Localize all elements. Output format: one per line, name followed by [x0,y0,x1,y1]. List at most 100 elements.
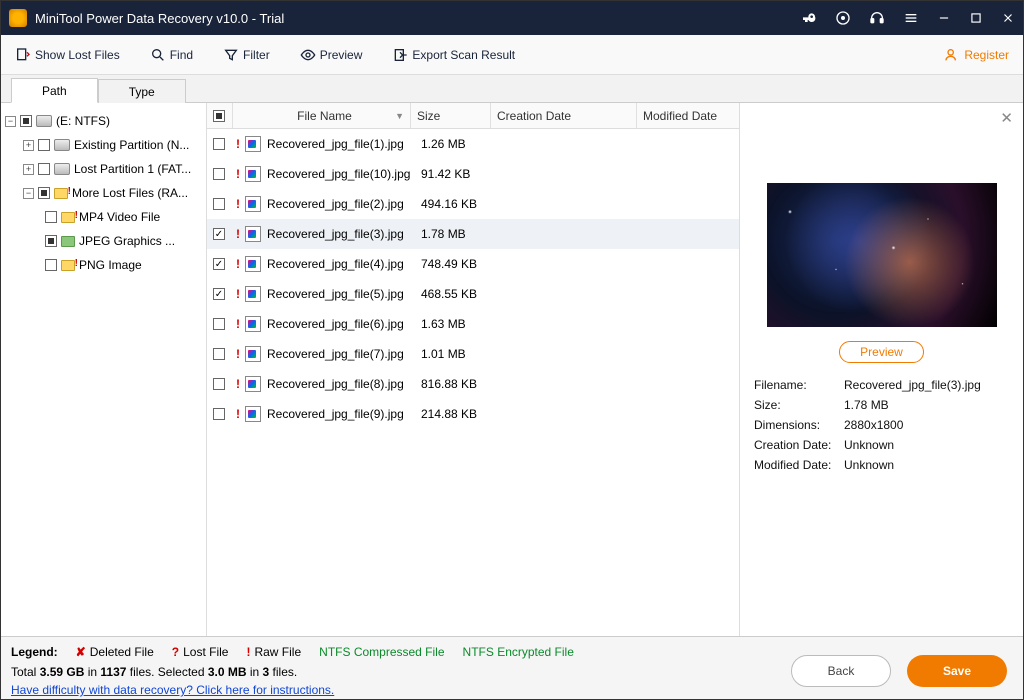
file-row[interactable]: !Recovered_jpg_file(3).jpg1.78 MB [207,219,739,249]
jpg-file-icon [245,196,261,212]
tree-jpeg[interactable]: JPEG Graphics ... [5,229,202,253]
headset-icon[interactable] [869,10,885,26]
col-modified-date[interactable]: Modified Date [637,103,732,128]
close-preview-icon[interactable]: ✕ [1000,109,1013,127]
tab-path[interactable]: Path [11,78,98,103]
expand-icon[interactable]: + [23,164,34,175]
meta-cdate-val: Unknown [844,438,894,452]
checkbox[interactable] [38,187,50,199]
col-creation-date[interactable]: Creation Date [491,103,637,128]
meta-mdate-val: Unknown [844,458,894,472]
file-row[interactable]: !Recovered_jpg_file(8).jpg816.88 KB [207,369,739,399]
tab-type[interactable]: Type [98,79,186,103]
tree-existing-partition[interactable]: + Existing Partition (N... [5,133,202,157]
checkbox[interactable] [38,139,50,151]
raw-mark-icon: ! [233,167,243,181]
register-label: Register [964,48,1009,62]
stats-text: in [84,665,100,679]
checkbox[interactable] [213,198,225,210]
drive-icon [54,139,70,151]
jpg-file-icon [245,346,261,362]
tree-png[interactable]: PNG Image [5,253,202,277]
raw-mark-icon: ! [233,407,243,421]
file-name: Recovered_jpg_file(8).jpg [267,377,415,391]
file-row[interactable]: !Recovered_jpg_file(9).jpg214.88 KB [207,399,739,429]
tree-more-lost-files[interactable]: − More Lost Files (RA... [5,181,202,205]
file-name: Recovered_jpg_file(7).jpg [267,347,415,361]
help-link[interactable]: Have difficulty with data recovery? Clic… [11,683,334,697]
col-label: Modified Date [643,109,717,123]
checkbox[interactable] [213,258,225,270]
file-name: Recovered_jpg_file(9).jpg [267,407,415,421]
tree-label: More Lost Files (RA... [72,186,188,200]
file-row[interactable]: !Recovered_jpg_file(1).jpg1.26 MB [207,129,739,159]
meta-filename-key: Filename: [754,378,844,392]
checkbox[interactable] [213,228,225,240]
preview-image-wrap [767,183,997,327]
checkbox[interactable] [45,235,57,247]
jpg-file-icon [245,286,261,302]
maximize-icon[interactable] [969,11,983,25]
back-button[interactable]: Back [791,655,891,687]
find-button[interactable]: Find [144,43,199,67]
checkbox[interactable] [213,408,225,420]
checkbox[interactable] [213,378,225,390]
register-button[interactable]: Register [938,43,1015,67]
checkbox[interactable] [45,211,57,223]
tree-root[interactable]: − (E: NTFS) [5,109,202,133]
file-row[interactable]: !Recovered_jpg_file(6).jpg1.63 MB [207,309,739,339]
save-button[interactable]: Save [907,655,1007,687]
checkbox[interactable] [213,168,225,180]
checkbox[interactable] [213,138,225,150]
folder-icon [61,236,75,247]
raw-mark-icon: ! [233,317,243,331]
checkbox[interactable] [45,259,57,271]
checkbox[interactable] [20,115,32,127]
col-filename[interactable]: File Name▼ [233,103,411,128]
open-preview-button[interactable]: Preview [839,341,924,363]
app-logo-icon [9,9,27,27]
file-row[interactable]: !Recovered_jpg_file(5).jpg468.55 KB [207,279,739,309]
collapse-icon[interactable]: − [23,188,34,199]
sort-arrow-icon: ▼ [395,111,404,121]
jpg-file-icon [245,256,261,272]
preview-button[interactable]: Preview [294,43,369,67]
tree-lost-partition[interactable]: + Lost Partition 1 (FAT... [5,157,202,181]
collapse-icon[interactable]: − [5,116,16,127]
file-row[interactable]: !Recovered_jpg_file(4).jpg748.49 KB [207,249,739,279]
file-row[interactable]: !Recovered_jpg_file(2).jpg494.16 KB [207,189,739,219]
tree-label: PNG Image [79,258,142,272]
show-lost-files-button[interactable]: Show Lost Files [9,43,126,67]
file-list-pane: File Name▼ Size Creation Date Modified D… [207,103,740,636]
checkbox[interactable] [213,348,225,360]
checkbox[interactable] [213,110,225,122]
expand-icon[interactable]: + [23,140,34,151]
raw-mark-icon: ! [233,377,243,391]
minimize-icon[interactable] [937,11,951,25]
upgrade-key-icon[interactable] [801,10,817,26]
file-name: Recovered_jpg_file(4).jpg [267,257,415,271]
close-icon[interactable] [1001,11,1015,25]
col-checkbox[interactable] [207,103,233,128]
legend-ntfs-compressed: NTFS Compressed File [319,645,444,659]
tree-mp4[interactable]: MP4 Video File [5,205,202,229]
disc-icon[interactable] [835,10,851,26]
export-scan-button[interactable]: Export Scan Result [386,43,521,67]
file-name: Recovered_jpg_file(3).jpg [267,227,415,241]
raw-mark-icon: ! [246,645,250,659]
filter-button[interactable]: Filter [217,43,276,67]
file-size: 91.42 KB [415,167,495,181]
file-size: 1.63 MB [415,317,495,331]
file-row[interactable]: !Recovered_jpg_file(10).jpg91.42 KB [207,159,739,189]
checkbox[interactable] [38,163,50,175]
file-row[interactable]: !Recovered_jpg_file(7).jpg1.01 MB [207,339,739,369]
stats-text: Total [11,665,40,679]
meta-mdate-key: Modified Date: [754,458,844,472]
save-label: Save [943,664,971,678]
find-label: Find [170,48,193,62]
checkbox[interactable] [213,318,225,330]
raw-mark-icon: ! [233,347,243,361]
menu-icon[interactable] [903,10,919,26]
col-size[interactable]: Size [411,103,491,128]
checkbox[interactable] [213,288,225,300]
